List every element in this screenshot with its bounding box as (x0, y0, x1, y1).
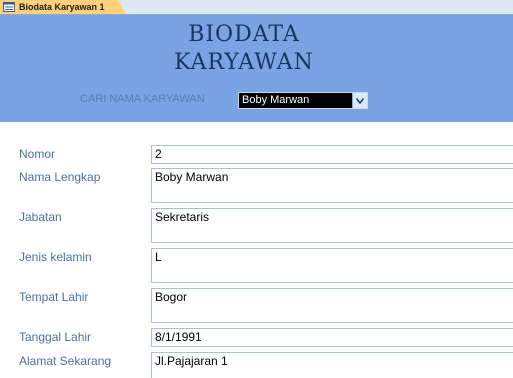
tempat-lahir-field[interactable]: Bogor (151, 288, 513, 323)
form-title-line2: KARYAWAN (174, 50, 314, 75)
jenis-kelamin-value: L (155, 250, 162, 264)
form-icon (3, 2, 15, 12)
label-nama-lengkap: Nama Lengkap (19, 170, 101, 184)
employee-search-combo[interactable]: Boby Marwan (238, 92, 368, 109)
document-tab[interactable]: Biodata Karyawan 1 (0, 0, 126, 14)
label-alamat-sekarang: Alamat Sekarang (19, 354, 112, 368)
nama-lengkap-field[interactable]: Boby Marwan (151, 168, 513, 203)
tanggal-lahir-value: 8/1/1991 (155, 330, 202, 344)
chevron-down-icon[interactable] (352, 93, 367, 108)
label-jabatan: Jabatan (19, 210, 62, 224)
employee-search-value: Boby Marwan (242, 94, 310, 106)
label-tempat-lahir: Tempat Lahir (19, 290, 89, 304)
nomor-field[interactable]: 2 (151, 145, 513, 164)
nama-lengkap-value: Boby Marwan (155, 170, 229, 184)
jenis-kelamin-field[interactable]: L (151, 248, 513, 283)
form-title: BIODATA KARYAWAN (0, 21, 488, 77)
nomor-value: 2 (155, 147, 162, 161)
search-label: CARI NAMA KARYAWAN (80, 93, 205, 105)
jabatan-value: Sekretaris (155, 210, 210, 224)
tanggal-lahir-field[interactable]: 8/1/1991 (151, 328, 513, 347)
document-tab-bar: Biodata Karyawan 1 (0, 0, 513, 15)
alamat-sekarang-value: Jl.Pajajaran 1 (155, 354, 228, 368)
label-nomor: Nomor (19, 147, 56, 161)
form-title-line1: BIODATA (188, 22, 300, 47)
tab-label: Biodata Karyawan 1 (19, 2, 105, 12)
form-header: BIODATA KARYAWAN CARI NAMA KARYAWAN Boby… (0, 15, 513, 122)
alamat-sekarang-field[interactable]: Jl.Pajajaran 1 (151, 352, 513, 378)
label-jenis-kelamin: Jenis kelamin (19, 250, 92, 264)
jabatan-field[interactable]: Sekretaris (151, 208, 513, 243)
label-tanggal-lahir: Tanggal Lahir (19, 330, 92, 344)
tempat-lahir-value: Bogor (155, 290, 188, 304)
